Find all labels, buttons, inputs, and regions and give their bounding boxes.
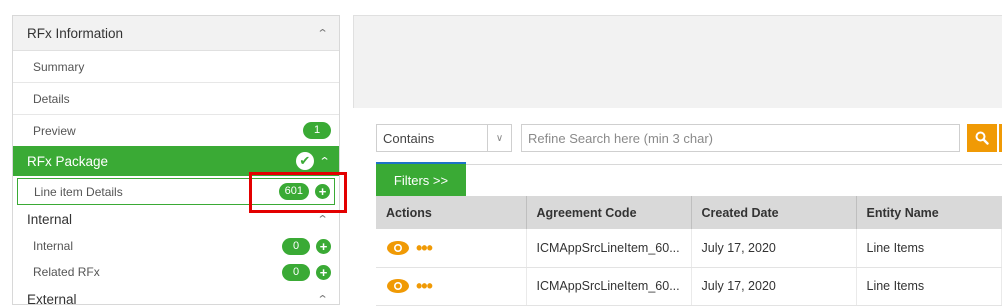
section-rfx-package[interactable]: RFx Package ✔ ⌃: [13, 146, 339, 176]
filters-button[interactable]: Filters >>: [376, 162, 466, 196]
agreement-code-cell: ICMAppSrcLineItem_60...: [526, 229, 692, 268]
column-header-created-date[interactable]: Created Date: [691, 196, 857, 229]
chevron-down-icon[interactable]: ∨: [487, 125, 511, 151]
column-header-entity-name[interactable]: Entity Name: [856, 196, 1002, 229]
sidebar-item-label: Preview: [33, 123, 76, 138]
chevron-up-icon[interactable]: ⌃: [316, 293, 328, 305]
entity-name-cell: Line Items: [856, 267, 1002, 306]
search-icon: [975, 131, 989, 145]
sidebar-item-label: Summary: [33, 59, 85, 74]
section-rfx-information[interactable]: RFx Information ⌃: [13, 16, 339, 50]
add-icon[interactable]: +: [316, 264, 331, 280]
add-icon[interactable]: +: [316, 238, 331, 254]
created-date-cell: July 17, 2020: [691, 267, 857, 306]
more-options-icon[interactable]: •••: [416, 277, 433, 295]
section-title: RFx Information: [27, 25, 124, 41]
add-icon[interactable]: +: [315, 184, 330, 199]
table-header-row: Actions Agreement Code Created Date Enti…: [376, 196, 1002, 229]
sidebar-item-summary[interactable]: Summary: [13, 50, 339, 82]
search-button[interactable]: [967, 124, 997, 152]
filter-mode-value: Contains: [383, 130, 435, 146]
section-external[interactable]: External ⌃: [13, 285, 339, 305]
view-eye-icon[interactable]: [386, 278, 410, 294]
chevron-up-icon[interactable]: ⌃: [316, 27, 328, 40]
entity-name-cell: Line Items: [856, 229, 1002, 268]
filter-mode-select[interactable]: Contains ∨: [376, 124, 512, 152]
actions-cell: •••: [376, 267, 527, 306]
sidebar-item-line-item-details[interactable]: Line item Details 601 +: [17, 178, 335, 205]
count-badge: 1: [303, 122, 331, 139]
table-row: ••• ICMAppSrcLineItem_60... July 17, 202…: [376, 267, 1002, 306]
checkmark-icon: ✔: [295, 152, 314, 170]
section-title: External: [27, 291, 77, 305]
sidebar-item-label: Details: [33, 91, 70, 106]
sidebar-item-preview[interactable]: Preview 1: [13, 114, 339, 146]
sidebar-item-related-rfx[interactable]: Related RFx 0 +: [13, 259, 339, 285]
column-header-actions[interactable]: Actions: [376, 196, 527, 229]
sidebar-item-label: Related RFx: [33, 265, 100, 279]
section-internal[interactable]: Internal ⌃: [13, 205, 339, 233]
sidebar-item-label: Internal: [33, 239, 74, 253]
search-input[interactable]: [521, 124, 960, 152]
count-badge: 0: [282, 263, 310, 281]
section-title: RFx Package: [27, 153, 109, 169]
agreement-code-cell: ICMAppSrcLineItem_60...: [526, 267, 692, 306]
sidebar: RFx Information ⌃ Summary Details Previe…: [12, 15, 340, 305]
results-table: Actions Agreement Code Created Date Enti…: [376, 196, 1002, 306]
actions-cell: •••: [376, 229, 527, 268]
divider: [466, 164, 1002, 165]
column-header-agreement-code[interactable]: Agreement Code: [526, 196, 692, 229]
count-badge: 601: [278, 183, 309, 200]
view-eye-icon[interactable]: [386, 240, 410, 256]
sidebar-item-label: Line item Details: [34, 184, 123, 199]
created-date-cell: July 17, 2020: [691, 229, 857, 268]
sidebar-item-internal[interactable]: Internal 0 +: [13, 233, 339, 259]
sidebar-item-details[interactable]: Details: [13, 82, 339, 114]
table-row: ••• ICMAppSrcLineItem_60... July 17, 202…: [376, 229, 1002, 268]
count-badge: 0: [282, 237, 310, 255]
more-options-icon[interactable]: •••: [416, 239, 433, 257]
chevron-up-icon[interactable]: ⌃: [316, 213, 328, 226]
section-title: Internal: [27, 211, 73, 227]
chevron-up-icon[interactable]: ⌃: [318, 155, 330, 168]
main-header-area: [353, 15, 1002, 108]
